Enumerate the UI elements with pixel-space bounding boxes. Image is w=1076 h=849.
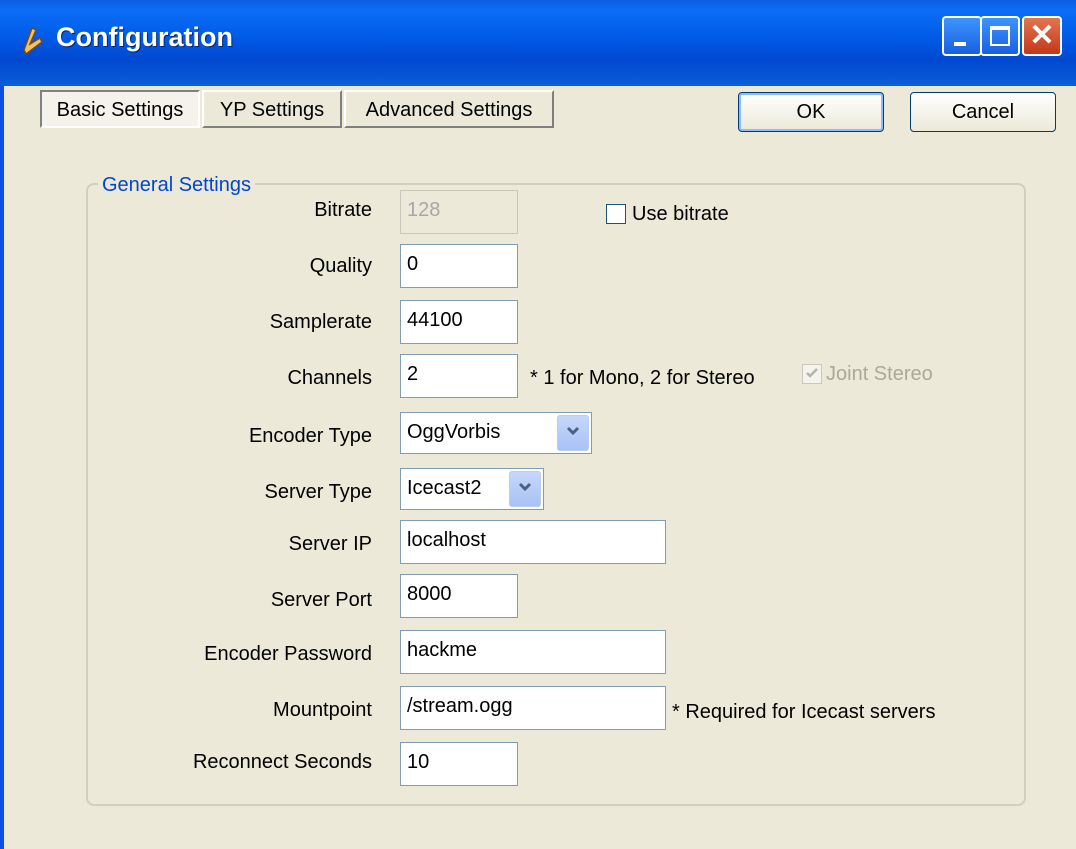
quality-input[interactable]: 0 <box>400 244 518 288</box>
app-icon <box>23 26 43 56</box>
minimize-icon <box>954 42 966 46</box>
channels-input[interactable]: 2 <box>400 354 518 398</box>
cancel-button[interactable]: Cancel <box>910 92 1056 132</box>
server-type-select[interactable]: Icecast2 <box>400 468 544 510</box>
joint-stereo-label: Joint Stereo <box>826 363 933 385</box>
encoder-password-label: Encoder Password <box>204 643 372 665</box>
mountpoint-label: Mountpoint <box>273 699 372 721</box>
server-type-value: Icecast2 <box>407 477 482 499</box>
minimize-button[interactable] <box>942 16 982 56</box>
checkmark-icon <box>806 368 818 378</box>
mountpoint-input[interactable]: /stream.ogg <box>400 686 666 730</box>
samplerate-input[interactable]: 44100 <box>400 300 518 344</box>
title-bar[interactable]: Configuration ✕ <box>0 0 1076 86</box>
server-port-input[interactable]: 8000 <box>400 574 518 618</box>
server-port-label: Server Port <box>270 589 372 611</box>
reconnect-seconds-input[interactable]: 10 <box>400 742 518 786</box>
quality-label: Quality <box>309 255 372 277</box>
encoder-type-value: OggVorbis <box>407 421 501 443</box>
window-title: Configuration <box>56 22 233 52</box>
encoder-type-dropdown-button[interactable] <box>557 415 589 451</box>
close-icon: ✕ <box>1029 19 1055 52</box>
configuration-window: Configuration ✕ Basic Settings YP Settin… <box>0 0 1076 849</box>
tab-advanced-settings[interactable]: Advanced Settings <box>344 90 554 128</box>
reconnect-seconds-label: Reconnect Seconds <box>192 751 372 773</box>
chevron-down-icon <box>566 426 580 436</box>
joint-stereo-checkbox <box>802 364 822 384</box>
tab-yp-settings[interactable]: YP Settings <box>202 90 342 128</box>
tab-basic-settings[interactable]: Basic Settings <box>40 90 200 128</box>
maximize-button[interactable] <box>980 16 1020 56</box>
use-bitrate-checkbox[interactable] <box>606 204 626 224</box>
chevron-down-icon <box>518 482 532 492</box>
ok-button[interactable]: OK <box>738 92 884 132</box>
maximize-icon <box>990 26 1010 46</box>
encoder-password-input[interactable]: hackme <box>400 630 666 674</box>
server-ip-input[interactable]: localhost <box>400 520 666 564</box>
channels-note: * 1 for Mono, 2 for Stereo <box>530 367 755 389</box>
bitrate-label: Bitrate <box>314 199 372 221</box>
close-button[interactable]: ✕ <box>1022 16 1062 56</box>
server-type-dropdown-button[interactable] <box>509 471 541 507</box>
bitrate-input: 128 <box>400 190 518 234</box>
channels-label: Channels <box>287 367 372 389</box>
mountpoint-note: * Required for Icecast servers <box>672 701 936 723</box>
server-ip-label: Server IP <box>288 533 372 555</box>
use-bitrate-label[interactable]: Use bitrate <box>632 202 729 226</box>
dialog-client-area: Basic Settings YP Settings Advanced Sett… <box>4 86 1076 849</box>
general-settings-title: General Settings <box>98 174 255 196</box>
server-type-label: Server Type <box>264 481 372 503</box>
samplerate-label: Samplerate <box>269 311 372 333</box>
encoder-type-select[interactable]: OggVorbis <box>400 412 592 454</box>
encoder-type-label: Encoder Type <box>248 425 372 447</box>
